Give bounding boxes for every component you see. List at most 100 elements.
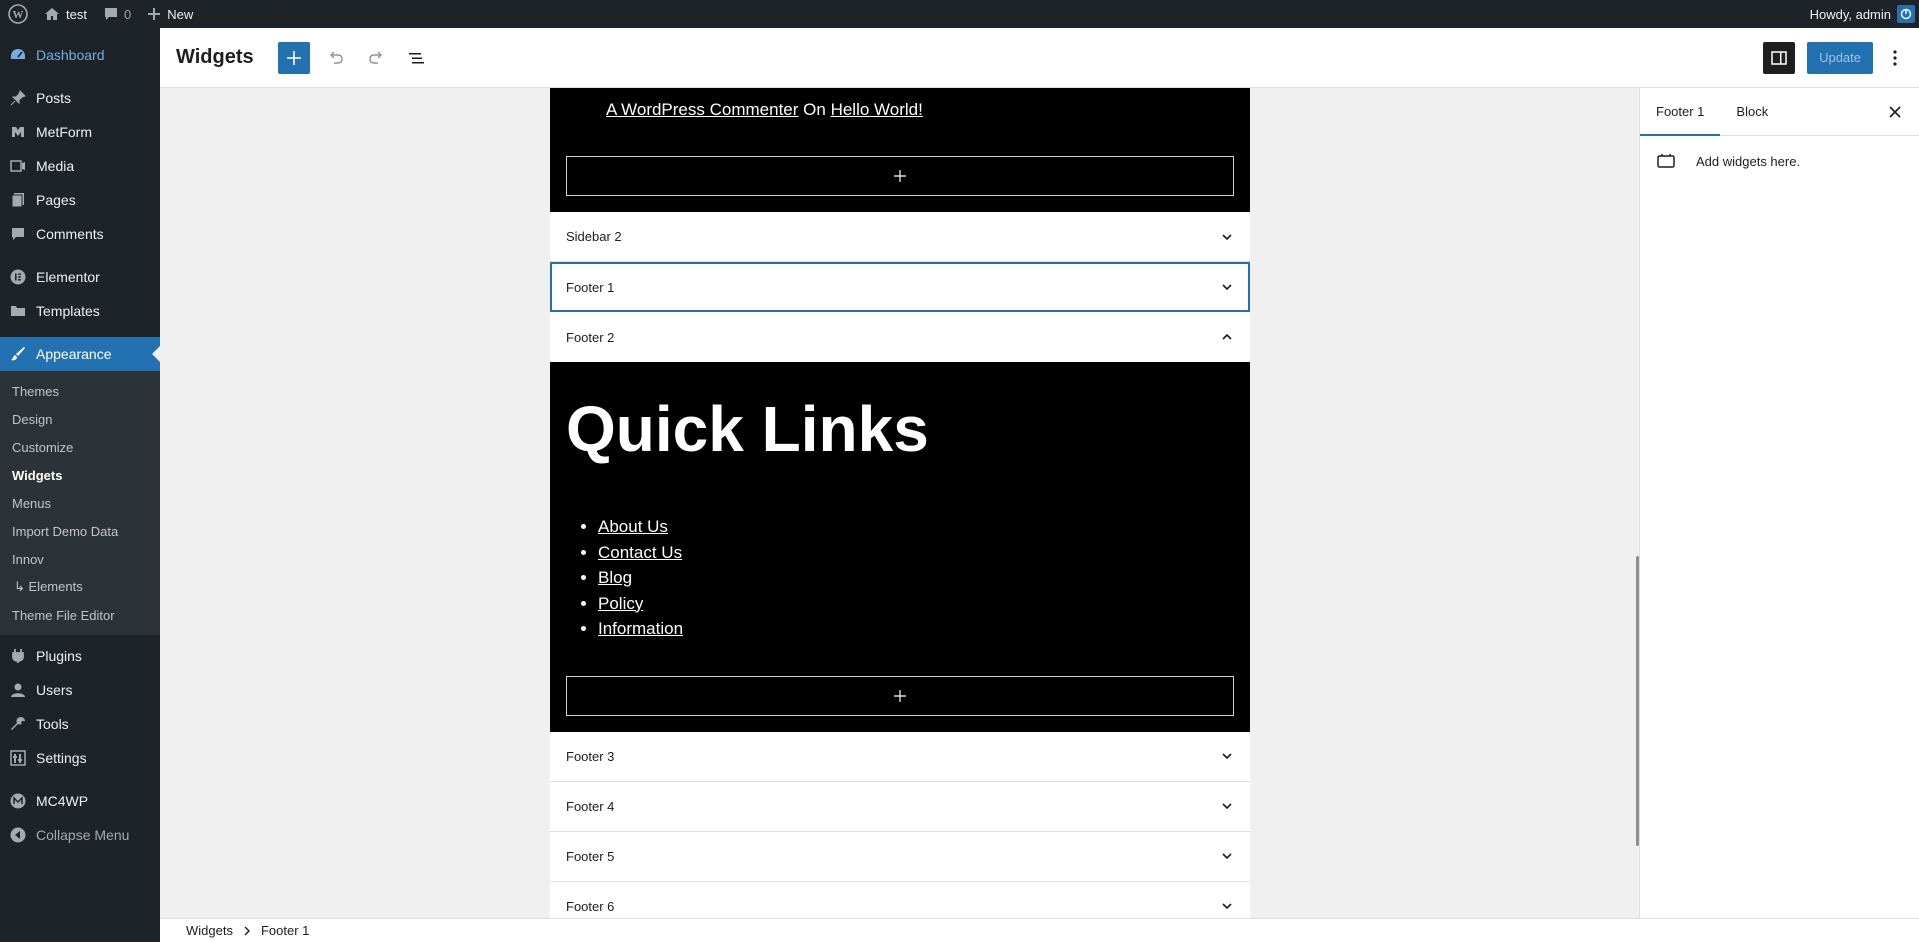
link-information[interactable]: Information — [598, 619, 683, 638]
footer-2-content: Quick Links About Us Contact Us Blog Pol… — [550, 362, 1250, 732]
widgets-canvas: A WordPress Commenter On Hello World! Si… — [160, 88, 1639, 918]
comment-post-link[interactable]: Hello World! — [831, 100, 923, 119]
recent-comment: A WordPress Commenter On Hello World! — [550, 88, 1250, 156]
submenu-item-elements[interactable]: ↳ Elements — [0, 573, 160, 601]
undo-button[interactable] — [318, 40, 354, 76]
close-sidebar-button[interactable] — [1871, 88, 1919, 136]
my-account-link[interactable]: Howdy, admin — [1802, 0, 1919, 28]
menu-item-dashboard[interactable]: Dashboard — [0, 38, 160, 72]
tab-widget-area[interactable]: Footer 1 — [1640, 88, 1720, 136]
widget-area-footer-1[interactable]: Footer 1 — [550, 262, 1250, 312]
breadcrumb: Widgets Footer 1 — [160, 918, 1919, 942]
menu-item-posts[interactable]: Posts — [0, 81, 160, 115]
breadcrumb-root[interactable]: Widgets — [186, 923, 233, 938]
chevron-down-icon — [1220, 749, 1234, 763]
comment-icon — [104, 8, 117, 20]
submenu-item-theme-file-editor[interactable]: Theme File Editor — [0, 601, 160, 629]
pin-icon — [8, 88, 28, 108]
editor-header: Widgets Update — [160, 28, 1919, 88]
widget-area-title: Footer 1 — [566, 279, 615, 295]
widget-area-footer-3[interactable]: Footer 3 — [550, 731, 1250, 782]
media-icon — [8, 156, 28, 176]
plus-icon — [148, 8, 161, 20]
menu-item-appearance[interactable]: Appearance — [0, 337, 160, 371]
submenu-item-import-demo-data[interactable]: Import Demo Data — [0, 517, 160, 545]
menu-label: Pages — [36, 192, 76, 208]
menu-item-metform[interactable]: MetForm — [0, 115, 160, 149]
widget-area-title: Footer 4 — [566, 798, 615, 814]
submenu-item-themes[interactable]: Themes — [0, 377, 160, 405]
link-blog[interactable]: Blog — [598, 568, 632, 587]
quick-links-heading: Quick Links — [566, 393, 929, 465]
wordpress-logo-icon[interactable]: W — [0, 0, 36, 28]
menu-item-pages[interactable]: Pages — [0, 183, 160, 217]
add-block-button[interactable] — [277, 41, 310, 74]
comment-icon — [8, 224, 28, 244]
plus-icon — [894, 689, 906, 702]
widget-area-footer-6[interactable]: Footer 6 — [550, 881, 1250, 918]
submenu-item-menus[interactable]: Menus — [0, 489, 160, 517]
sidebar-icon — [1771, 50, 1787, 65]
widget-area-footer-5[interactable]: Footer 5 — [550, 831, 1250, 882]
block-appender[interactable] — [566, 675, 1234, 716]
menu-item-users[interactable]: Users — [0, 673, 160, 707]
menu-label: MetForm — [36, 124, 92, 140]
update-button[interactable]: Update — [1807, 41, 1873, 74]
site-name-link[interactable]: test — [36, 0, 95, 28]
breadcrumb-current[interactable]: Footer 1 — [261, 923, 309, 938]
plus-icon — [286, 50, 301, 65]
comment-author-link[interactable]: A WordPress Commenter — [606, 100, 798, 119]
collapse-icon — [8, 825, 28, 845]
settings-sidebar-toggle[interactable] — [1763, 41, 1796, 74]
new-content-link[interactable]: New — [139, 0, 201, 28]
widget-area-title: Footer 3 — [566, 748, 615, 764]
menu-item-media[interactable]: Media — [0, 149, 160, 183]
redo-button[interactable] — [358, 40, 394, 76]
menu-item-elementor[interactable]: Elementor — [0, 260, 160, 294]
widget-area-footer-2[interactable]: Footer 2 — [550, 312, 1250, 362]
site-name: test — [66, 6, 87, 22]
menu-label: Tools — [36, 716, 69, 732]
tab-block[interactable]: Block — [1720, 88, 1784, 136]
brush-icon — [8, 344, 28, 364]
submenu-item-design[interactable]: Design — [0, 405, 160, 433]
plugin-icon — [8, 646, 28, 666]
svg-text:W: W — [13, 9, 24, 21]
list-view-button[interactable] — [398, 40, 434, 76]
home-icon — [45, 8, 59, 20]
submenu-item-widgets[interactable]: Widgets — [0, 461, 160, 489]
submenu-item-innov[interactable]: Innov — [0, 545, 160, 573]
menu-item-mc4wp[interactable]: MC4WP — [0, 784, 160, 818]
menu-item-comments[interactable]: Comments — [0, 217, 160, 251]
widget-area-sidebar-2[interactable]: Sidebar 2 — [550, 212, 1250, 262]
menu-label: Posts — [36, 90, 72, 106]
menu-item-settings[interactable]: Settings — [0, 741, 160, 775]
menu-label: Users — [36, 682, 73, 698]
chevron-up-icon — [1220, 330, 1234, 344]
list-item: Contact Us — [598, 540, 1234, 566]
admin-menu: Dashboard Posts MetForm Media Pages Comm… — [0, 28, 160, 942]
menu-label: Comments — [36, 226, 104, 242]
link-policy[interactable]: Policy — [598, 594, 643, 613]
list-item: Blog — [598, 565, 1234, 591]
link-about-us[interactable]: About Us — [598, 517, 668, 536]
comment-on-text: On — [803, 100, 826, 119]
menu-item-tools[interactable]: Tools — [0, 707, 160, 741]
collapse-menu-button[interactable]: Collapse Menu — [0, 818, 160, 852]
widget-area-title: Footer 6 — [566, 898, 615, 914]
menu-item-templates[interactable]: Templates — [0, 294, 160, 328]
submenu-item-customize[interactable]: Customize — [0, 433, 160, 461]
sidebar-1-content: A WordPress Commenter On Hello World! — [550, 88, 1250, 212]
dashboard-icon — [8, 45, 28, 65]
comments-link[interactable]: 0 — [95, 0, 139, 28]
options-menu-button[interactable] — [1883, 42, 1907, 74]
users-icon — [8, 680, 28, 700]
menu-label: MC4WP — [36, 793, 89, 809]
menu-label: Settings — [36, 750, 87, 766]
link-contact-us[interactable]: Contact Us — [598, 543, 682, 562]
widget-area-footer-4[interactable]: Footer 4 — [550, 781, 1250, 832]
elementor-icon — [8, 267, 28, 287]
block-appender[interactable] — [566, 156, 1234, 196]
widget-area-title: Footer 5 — [566, 848, 615, 864]
menu-item-plugins[interactable]: Plugins — [0, 639, 160, 673]
